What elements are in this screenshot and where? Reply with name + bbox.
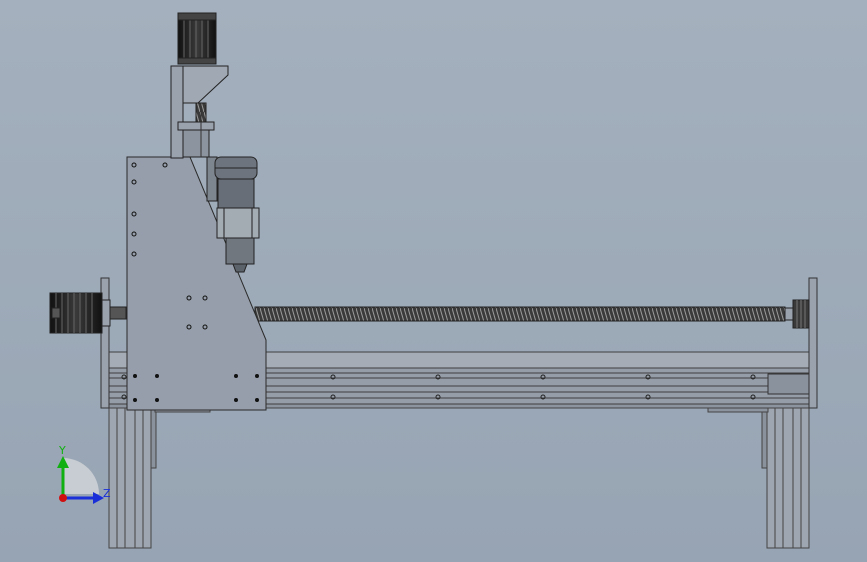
x-axis-dot — [59, 494, 67, 502]
y-axis-motor — [49, 292, 127, 334]
cad-viewport[interactable]: Y Z — [0, 0, 867, 562]
lead-screw — [254, 306, 786, 322]
foot-plate-right — [707, 407, 769, 413]
x-axis-motor — [784, 299, 810, 329]
right-end-plate — [808, 277, 818, 409]
z-axis-label: Z — [103, 487, 111, 500]
left-leg — [108, 407, 157, 549]
cnc-router-model: Y Z — [49, 12, 818, 549]
axis-triad: Y Z — [57, 444, 111, 504]
rail-end-block — [767, 373, 811, 395]
z-axis-column — [170, 65, 229, 159]
right-leg — [761, 407, 810, 549]
z-axis-motor — [177, 12, 217, 65]
y-axis-label: Y — [58, 444, 66, 457]
